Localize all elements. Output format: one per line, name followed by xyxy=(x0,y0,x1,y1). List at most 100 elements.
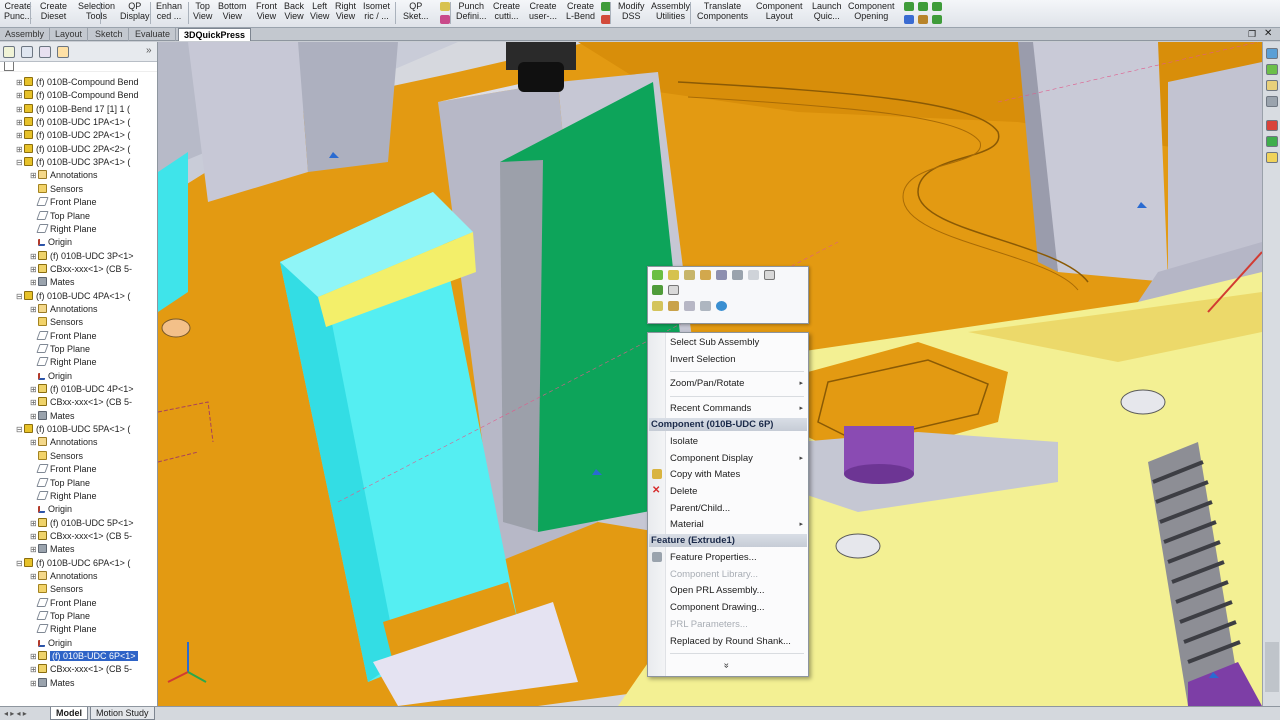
expand-icon[interactable]: ⊞ xyxy=(30,169,38,182)
menu-item-delete[interactable]: Delete xyxy=(670,484,697,499)
menu-item-recent-commands[interactable]: Recent Commands xyxy=(670,401,751,416)
rebuild-icon[interactable] xyxy=(652,270,663,280)
tree-item[interactable]: Top Plane xyxy=(30,210,90,223)
tab-sketch[interactable]: Sketch xyxy=(90,28,129,41)
property-manager-icon[interactable] xyxy=(21,46,33,58)
ribbon-button-12[interactable]: QP Sket... xyxy=(403,0,429,26)
tree-item[interactable]: ⊞ (f) 010B-Bend 17 [1] 1 ( xyxy=(16,103,130,116)
solidworks-resources-icon[interactable] xyxy=(1266,48,1278,59)
expand-icon[interactable]: ⊞ xyxy=(16,143,24,156)
tab-motion-study[interactable]: Motion Study xyxy=(90,707,155,720)
expand-icon[interactable]: ⊞ xyxy=(30,250,38,263)
expand-icon[interactable]: ⊞ xyxy=(30,677,38,690)
tree-item[interactable]: ⊞ (f) 010B-UDC 5P<1> xyxy=(30,517,134,530)
feature-manager-icon[interactable] xyxy=(3,46,15,58)
expand-icon[interactable]: ⊞ xyxy=(30,436,38,449)
tools-icon-f[interactable] xyxy=(932,15,942,24)
menu-item-select-sub-assembly[interactable]: Select Sub Assembly xyxy=(670,335,759,350)
tree-item[interactable]: Origin xyxy=(30,236,72,249)
expand-icon[interactable]: ⊞ xyxy=(30,263,38,276)
tab-model[interactable]: Model xyxy=(50,707,88,720)
sketch-dims-icon[interactable] xyxy=(440,15,450,24)
tree-item[interactable]: ⊟ (f) 010B-UDC 5PA<1> ( xyxy=(16,423,130,436)
appearances-icon[interactable] xyxy=(1266,120,1278,131)
expand-icon[interactable]: ⊞ xyxy=(30,543,38,556)
tree-item[interactable]: ⊞ Mates xyxy=(30,677,75,690)
tree-item[interactable]: ⊞ (f) 010B-UDC 2PA<2> ( xyxy=(16,143,130,156)
collapse-icon[interactable]: ⊟ xyxy=(16,423,24,436)
ribbon-button-13[interactable]: Punch Defini... xyxy=(456,0,487,26)
ribbon-button-7[interactable]: Front View xyxy=(256,0,277,26)
ribbon-button-9[interactable]: Left View xyxy=(310,0,329,26)
tree-item[interactable]: Front Plane xyxy=(30,463,97,476)
expand-menu-chevron-icon[interactable]: » xyxy=(719,663,734,668)
expand-icon[interactable]: ⊞ xyxy=(16,129,24,142)
menu-item-component-drawing[interactable]: Component Drawing... xyxy=(670,600,765,615)
tools-icon-c[interactable] xyxy=(932,2,942,11)
tree-item[interactable]: ⊞ (f) 010B-UDC 4P<1> xyxy=(30,383,134,396)
dimxpert-icon[interactable] xyxy=(57,46,69,58)
tree-item[interactable]: ⊞ Annotations xyxy=(30,169,98,182)
tree-item[interactable]: ⊟ (f) 010B-UDC 4PA<1> ( xyxy=(16,290,130,303)
tree-item[interactable]: Origin xyxy=(30,503,72,516)
tree-item[interactable]: ⊞ CBxx-xxx<1> (CB 5- xyxy=(30,530,132,543)
tab-assembly[interactable]: Assembly xyxy=(0,28,51,41)
ribbon-button-11[interactable]: Isomet ric / ... xyxy=(363,0,390,26)
menu-item-zoom-pan-rotate[interactable]: Zoom/Pan/Rotate xyxy=(670,376,744,391)
tree-item[interactable]: ⊞ CBxx-xxx<1> (CB 5- xyxy=(30,263,132,276)
component-properties-icon[interactable] xyxy=(764,270,775,280)
menu-item-material[interactable]: Material xyxy=(670,517,704,532)
appearance-icon[interactable] xyxy=(716,301,727,311)
tree-item[interactable]: Top Plane xyxy=(30,610,90,623)
collapse-icon[interactable]: ⊟ xyxy=(16,156,24,169)
tree-item[interactable]: ⊞ Mates xyxy=(30,543,75,556)
graphics-viewport[interactable]: Select Sub Assembly Invert Selection Zoom/… xyxy=(158,42,1262,706)
collapse-icon[interactable]: ⊟ xyxy=(16,557,24,570)
scrollbar[interactable] xyxy=(1265,642,1279,692)
tree-item[interactable]: Front Plane xyxy=(30,196,97,209)
hide-components-icon[interactable] xyxy=(700,270,711,280)
tree-item[interactable]: ⊞ Mates xyxy=(30,410,75,423)
ribbon-button-2[interactable]: Selection Tools xyxy=(78,0,115,26)
menu-item-parent-child[interactable]: Parent/Child... xyxy=(670,501,730,516)
tab-evaluate[interactable]: Evaluate xyxy=(130,28,177,41)
tree-item[interactable]: Sensors xyxy=(30,450,83,463)
ribbon-button-0[interactable]: Create Punc... xyxy=(4,0,32,26)
menu-item-feature-properties[interactable]: Feature Properties... xyxy=(670,550,757,565)
tree-item[interactable]: ⊞ CBxx-xxx<1> (CB 5- xyxy=(30,396,132,409)
expand-icon[interactable]: ⊞ xyxy=(16,116,24,129)
edit-feature-icon[interactable] xyxy=(652,301,663,311)
tab-layout[interactable]: Layout xyxy=(50,28,89,41)
tree-item[interactable]: Right Plane xyxy=(30,356,97,369)
view-palette-icon[interactable] xyxy=(1266,96,1278,107)
normal-to-icon[interactable] xyxy=(668,301,679,311)
tree-item[interactable]: ⊟ (f) 010B-UDC 3PA<1> ( xyxy=(16,156,130,169)
sketch-tools-icon[interactable] xyxy=(440,2,450,11)
toolbox-icon[interactable] xyxy=(1266,152,1278,163)
suppress-icon[interactable] xyxy=(652,285,663,295)
tab-3dquickpress[interactable]: 3DQuickPress xyxy=(178,28,252,41)
ribbon-button-18[interactable]: Assembly Utilities xyxy=(651,0,690,26)
design-library-icon[interactable] xyxy=(1266,64,1278,75)
tree-item[interactable]: Top Plane xyxy=(30,477,90,490)
expand-icon[interactable]: ⊞ xyxy=(30,410,38,423)
tree-item[interactable]: Right Plane xyxy=(30,490,97,503)
expand-icon[interactable]: ⊞ xyxy=(30,383,38,396)
tree-item[interactable]: Origin xyxy=(30,637,72,650)
tree-item[interactable]: Front Plane xyxy=(30,597,97,610)
ribbon-button-15[interactable]: Create user-... xyxy=(529,0,557,26)
ribbon-button-22[interactable]: Component Opening xyxy=(848,0,895,26)
tools-icon-b[interactable] xyxy=(918,2,928,11)
expand-icon[interactable]: ⊞ xyxy=(30,517,38,530)
tree-item[interactable]: ⊞ Annotations xyxy=(30,303,98,316)
ribbon-button-20[interactable]: Component Layout xyxy=(756,0,803,26)
tree-item[interactable]: ⊞ CBxx-xxx<1> (CB 5- xyxy=(30,663,132,676)
file-explorer-icon[interactable] xyxy=(1266,80,1278,91)
menu-item-open-prl-assembly[interactable]: Open PRL Assembly... xyxy=(670,583,765,598)
menu-item-component-display[interactable]: Component Display xyxy=(670,451,753,466)
tree-item[interactable]: Top Plane xyxy=(30,343,90,356)
edit-part-icon[interactable] xyxy=(668,270,679,280)
tree-item[interactable]: Front Plane xyxy=(30,330,97,343)
expand-icon[interactable]: ⊞ xyxy=(16,89,24,102)
move-component-icon[interactable] xyxy=(732,270,743,280)
